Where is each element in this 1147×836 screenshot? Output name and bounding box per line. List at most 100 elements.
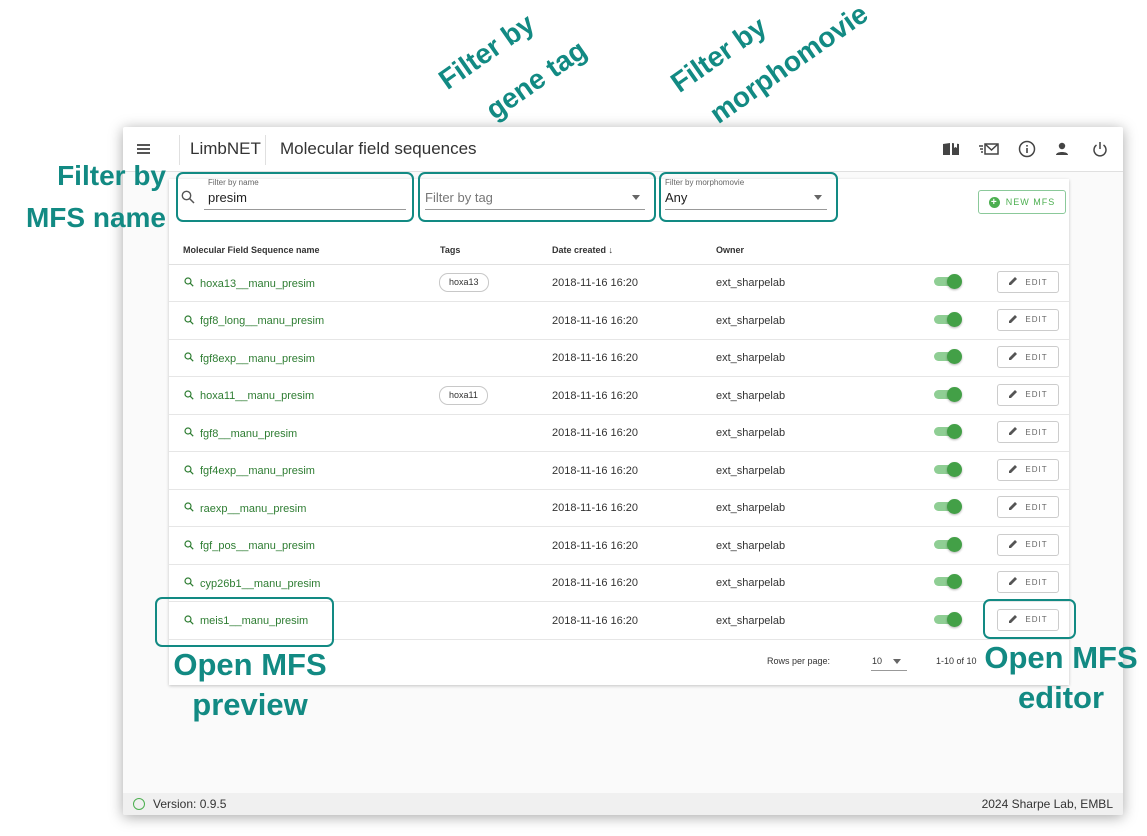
toggle-knob [947,424,962,439]
visibility-toggle[interactable] [934,424,962,439]
search-icon [184,577,194,590]
mfs-preview-link[interactable]: hoxa13__manu_presim [184,277,315,290]
pencil-icon [1008,464,1018,476]
appbar-divider [179,135,180,165]
annotation-line: editor [1017,680,1105,715]
owner: ext_sharpelab [716,614,786,627]
visibility-toggle[interactable] [934,274,962,289]
rows-per-page-select[interactable]: 10 [871,650,907,671]
date-created: 2018-11-16 16:20 [552,427,639,439]
visibility-toggle[interactable] [934,311,962,327]
visibility-toggle[interactable] [934,461,962,477]
table-row: fgf_pos__manu_presim 2018-11-16 16:20 ext_… [169,527,1069,565]
power-icon[interactable] [1089,138,1111,160]
pencil-icon [1008,351,1018,363]
name-filter-highlight [176,172,414,222]
table-row: fgf8_long__manu_presim 2018-11-16 16:20 ex… [169,302,1069,340]
mfs-preview-link[interactable]: fgf8_long__manu_presim [184,314,325,328]
column-header-owner[interactable]: Owner [716,245,744,255]
edit-button[interactable]: EDIT [997,308,1059,331]
table-row: hoxa13__manu_presim hoxa13 2018-11-16 16:2… [169,264,1069,302]
status-bar: Version: 0.9.5 2024 Sharpe Lab, EMBL [123,793,1123,815]
toggle-knob [947,611,962,627]
mfs-preview-link[interactable]: fgf8__manu_presim [184,427,297,440]
mfs-preview-link[interactable]: fgf4exp__manu_presim [184,464,315,478]
search-icon [184,389,194,403]
pencil-icon [1008,389,1018,401]
pencil-icon [1008,276,1018,288]
column-header-name[interactable]: Molecular Field Sequence name [183,245,320,255]
mfs-preview-link[interactable]: raexp__manu_presim [184,502,306,515]
edit-button-label: EDIT [1025,277,1048,287]
new-mfs-button[interactable]: + NEW MFS [978,190,1066,214]
edit-button-label: EDIT [1025,390,1048,399]
mfs-name: fgf8exp__manu_presim [200,352,315,365]
copyright-text: 2024 Sharpe Lab, EMBL [981,797,1113,811]
mfs-preview-link[interactable]: fgf_pos__manu_presim [184,539,315,553]
edit-button[interactable]: EDIT [997,421,1059,443]
mail-icon[interactable] [978,138,1000,160]
table-row: hoxa11__manu_presim hoxa11 2018-11-16 16:2… [169,377,1069,415]
owner: ext_sharpelab [716,502,786,514]
visibility-toggle[interactable] [934,386,962,402]
morphomovie-filter-highlight [659,172,838,222]
edit-button-highlight [983,599,1076,639]
tag-filter-highlight [418,172,656,222]
visibility-toggle[interactable] [934,536,962,552]
owner: ext_sharpelab [716,314,786,327]
edit-button-label: EDIT [1025,465,1048,474]
search-icon [184,464,194,478]
edit-button-label: EDIT [1025,540,1048,549]
info-icon[interactable] [1016,138,1038,160]
search-icon [184,352,194,365]
new-mfs-label: NEW MFS [1005,197,1056,207]
column-header-date[interactable]: Date created ↓ [552,245,613,255]
owner: ext_sharpelab [716,352,786,364]
mfs-name: raexp__manu_presim [200,502,307,515]
toggle-knob [947,386,962,402]
mfs-name: fgf8_long__manu_presim [200,315,325,327]
edit-button-label: EDIT [1025,577,1048,587]
visibility-toggle[interactable] [934,499,962,514]
mfs-name: fgf4exp__manu_presim [200,465,315,477]
date-created: 2018-11-16 16:20 [552,277,639,289]
toggle-knob [947,349,962,364]
open-preview-annotation: Open MFS preview [160,645,340,725]
owner: ext_sharpelab [716,277,786,289]
annotation-line: Open MFS [984,640,1138,675]
mfs-preview-link[interactable]: hoxa11__manu_presim [184,389,314,403]
page-title: Molecular field sequences [280,139,477,158]
app-brand[interactable]: LimbNET [190,139,261,159]
visibility-toggle[interactable] [934,349,962,364]
tag-chip[interactable]: hoxa11 [439,385,488,405]
visibility-toggle[interactable] [934,611,962,627]
edit-button[interactable]: EDIT [997,496,1059,518]
pencil-icon [1008,501,1018,513]
toggle-knob [947,274,962,289]
date-created: 2018-11-16 16:20 [552,539,639,552]
open-editor-annotation: Open MFS editor [976,638,1146,718]
book-icon[interactable] [940,138,962,160]
mfs-name: cyp26b1__manu_presim [200,577,321,590]
search-icon [184,277,194,290]
chevron-down-icon [893,659,901,664]
date-created: 2018-11-16 16:20 [552,614,639,627]
owner: ext_sharpelab [716,389,786,402]
mfs-preview-link[interactable]: fgf8exp__manu_presim [184,352,315,365]
edit-button[interactable]: EDIT [997,571,1059,593]
edit-button[interactable]: EDIT [997,271,1059,293]
mfs-preview-link[interactable]: cyp26b1__manu_presim [184,577,320,590]
toggle-knob [947,499,962,514]
edit-button[interactable]: EDIT [997,383,1059,406]
visibility-toggle[interactable] [934,574,962,589]
toggle-knob [947,574,962,589]
tag-chip[interactable]: hoxa13 [439,273,489,292]
column-header-tags[interactable]: Tags [440,245,460,255]
edit-button[interactable]: EDIT [997,533,1059,556]
person-icon[interactable] [1051,138,1073,160]
rows-per-page-value: 10 [872,656,883,666]
edit-button[interactable]: EDIT [997,346,1059,368]
rows-per-page-label: Rows per page: [767,656,831,666]
edit-button[interactable]: EDIT [997,458,1059,481]
pagination-range: 1-10 of 10 [936,656,977,666]
